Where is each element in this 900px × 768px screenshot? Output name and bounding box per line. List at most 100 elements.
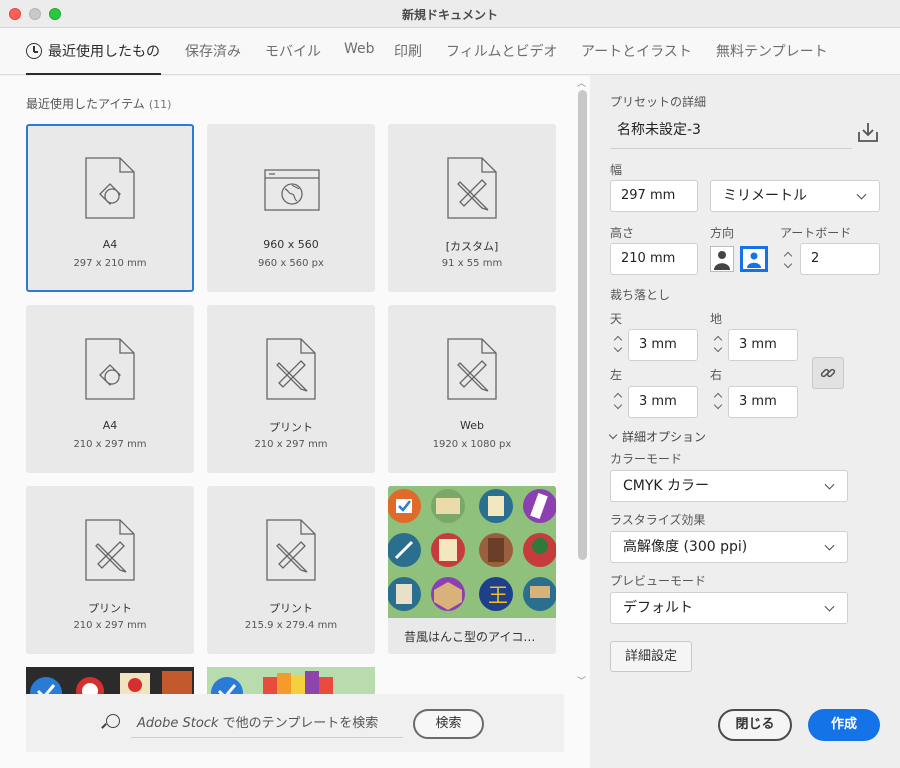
color-mode-dropdown[interactable]: CMYK カラー <box>610 470 848 502</box>
bleed-left-label: 左 <box>610 368 623 382</box>
bleed-top-stepper[interactable] <box>612 329 626 359</box>
advanced-options-label: 詳細オプション <box>622 430 707 444</box>
preset-dims: 91 x 55 mm <box>441 258 503 269</box>
shapes-document-icon <box>85 157 135 219</box>
color-mode-label: カラーモード <box>610 452 683 466</box>
bleed-right-stepper[interactable] <box>712 386 726 416</box>
preset-name: プリント <box>269 421 313 434</box>
stock-search-placeholder: で他のテンプレートを検索 <box>218 716 379 731</box>
section-title: 最近使用したアイテム (11) <box>26 95 171 112</box>
preset-card[interactable]: A4 297 x 210 mm <box>26 124 194 292</box>
template-card[interactable]: 王 昔風はんこ型のアイコ… <box>388 486 556 654</box>
clock-icon <box>26 43 42 59</box>
template-name: 昔風はんこ型のアイコ… <box>404 630 536 644</box>
chevron-down-icon <box>856 189 867 200</box>
create-button[interactable]: 作成 <box>808 709 880 741</box>
chevron-down-icon <box>824 479 835 490</box>
bleed-right-label: 右 <box>710 368 723 382</box>
template-thumbnail[interactable] <box>26 667 194 697</box>
preset-card[interactable]: 960 x 560 960 x 560 px <box>207 124 375 292</box>
landscape-orientation-button[interactable] <box>740 246 768 272</box>
template-thumbnail: 王 <box>388 486 556 618</box>
preset-card[interactable]: [カスタム] 91 x 55 mm <box>388 124 556 292</box>
preset-name: [カスタム] <box>445 240 499 253</box>
width-input[interactable]: 297 mm <box>610 180 698 212</box>
scroll-up-arrow[interactable]: ︿ <box>577 76 586 89</box>
unit-value: ミリメートル <box>723 188 807 204</box>
color-mode-value: CMYK カラー <box>623 478 710 494</box>
artboards-input[interactable]: 2 <box>800 243 880 275</box>
height-input[interactable]: 210 mm <box>610 243 698 275</box>
preset-name: 960 x 560 <box>263 238 319 251</box>
template-thumbnail[interactable] <box>207 667 375 697</box>
category-tabs: 最近使用したもの 保存済み モバイル Web 印刷 フィルムとビデオ アートとイ… <box>0 28 900 75</box>
tab-recent[interactable]: 最近使用したもの <box>26 41 160 61</box>
unit-dropdown[interactable]: ミリメートル <box>710 180 880 212</box>
preset-card[interactable]: プリント 210 x 297 mm <box>207 305 375 473</box>
pencil-ruler-document-icon <box>447 157 497 219</box>
preset-dims: 215.9 x 279.4 mm <box>244 620 338 631</box>
scroll-down-arrow[interactable]: ﹀ <box>577 674 586 687</box>
bleed-top-input[interactable]: 3 mm <box>628 329 698 361</box>
chevron-down-icon <box>613 343 623 353</box>
artboards-stepper[interactable] <box>782 245 796 275</box>
link-bleed-button[interactable] <box>812 357 844 389</box>
chevron-down-icon <box>783 259 793 269</box>
more-settings-button[interactable]: 詳細設定 <box>610 641 692 672</box>
document-name-input[interactable]: 名称未設定-3 <box>610 119 852 149</box>
tab-film-video[interactable]: フィルムとビデオ <box>446 41 557 61</box>
tab-recent-label: 最近使用したもの <box>48 44 160 60</box>
section-count: (11) <box>148 98 172 111</box>
chevron-down-icon <box>713 343 723 353</box>
bleed-label: 裁ち落とし <box>610 288 671 302</box>
preset-card[interactable]: プリント 215.9 x 279.4 mm <box>207 486 375 654</box>
bleed-left-input[interactable]: 3 mm <box>628 386 698 418</box>
bleed-left-stepper[interactable] <box>612 386 626 416</box>
preset-card[interactable]: Web 1920 x 1080 px <box>388 305 556 473</box>
portrait-orientation-button[interactable] <box>710 246 734 272</box>
title-bar: 新規ドキュメント <box>0 0 900 28</box>
bleed-bottom-stepper[interactable] <box>712 329 726 359</box>
preview-mode-dropdown[interactable]: デフォルト <box>610 592 848 624</box>
tab-print[interactable]: 印刷 <box>394 41 422 61</box>
preset-name: Web <box>460 419 484 432</box>
preset-name: A4 <box>102 238 118 251</box>
web-globe-icon <box>264 169 320 211</box>
advanced-options-toggle[interactable]: 詳細オプション <box>608 428 707 445</box>
raster-effects-dropdown[interactable]: 高解像度 (300 ppi) <box>610 531 848 563</box>
bleed-right-input[interactable]: 3 mm <box>728 386 798 418</box>
tab-art-illustration[interactable]: アートとイラスト <box>581 41 692 61</box>
recent-items-pane: 最近使用したアイテム (11) A4 297 x 210 mm 960 x 560… <box>0 76 590 768</box>
preset-details-pane: プリセットの詳細 名称未設定-3 幅 297 mm ミリメートル 高さ 210 … <box>590 76 900 768</box>
tab-free-templates[interactable]: 無料テンプレート <box>716 41 828 61</box>
chevron-down-icon <box>613 400 623 410</box>
scrollbar-thumb[interactable] <box>578 90 587 560</box>
pencil-ruler-document-icon <box>266 519 316 581</box>
pencil-ruler-document-icon <box>85 519 135 581</box>
shapes-document-icon <box>85 338 135 400</box>
chevron-down-icon <box>824 601 835 612</box>
preset-dims: 210 x 297 mm <box>73 620 147 631</box>
active-tab-indicator <box>26 73 161 75</box>
tab-saved[interactable]: 保存済み <box>185 41 241 61</box>
artboards-label: アートボード <box>780 226 852 240</box>
stock-brand-label: Adobe Stock <box>137 716 219 731</box>
stock-search-bar: Adobe Stock で他のテンプレートを検索 検索 <box>26 694 564 752</box>
link-icon <box>820 368 836 378</box>
preset-card[interactable]: A4 210 x 297 mm <box>26 305 194 473</box>
search-button[interactable]: 検索 <box>413 709 484 739</box>
preset-section-label: プリセットの詳細 <box>610 95 707 109</box>
save-preset-icon[interactable] <box>856 120 880 144</box>
section-title-text: 最近使用したアイテム <box>26 97 145 111</box>
preset-dims: 960 x 560 px <box>258 258 324 269</box>
preset-card[interactable]: プリント 210 x 297 mm <box>26 486 194 654</box>
chevron-down-icon <box>713 400 723 410</box>
bleed-bottom-input[interactable]: 3 mm <box>728 329 798 361</box>
stock-search-input[interactable]: Adobe Stock で他のテンプレートを検索 <box>131 708 403 738</box>
preset-dims: 297 x 210 mm <box>73 258 147 269</box>
close-button[interactable]: 閉じる <box>718 709 792 741</box>
preset-name: プリント <box>88 602 132 615</box>
tab-web[interactable]: Web <box>344 41 375 57</box>
tab-mobile[interactable]: モバイル <box>265 41 321 61</box>
bleed-top-label: 天 <box>610 312 623 326</box>
